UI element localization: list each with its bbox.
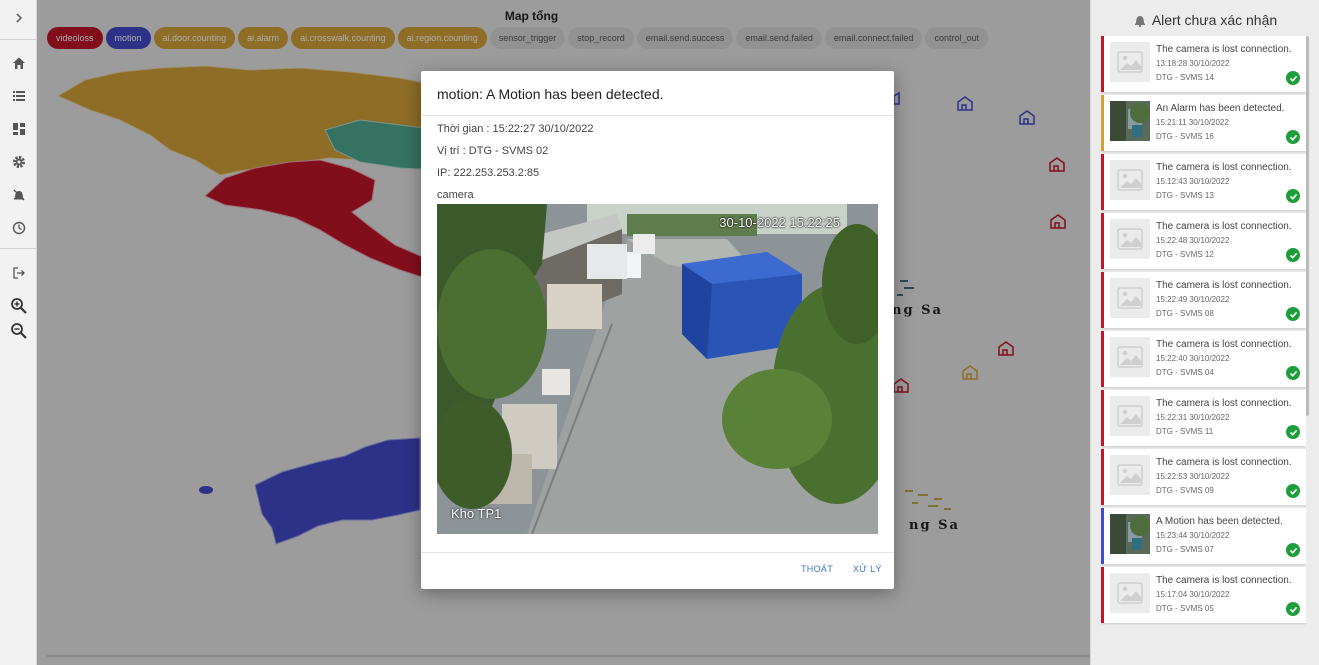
confirm-check-icon[interactable] bbox=[1286, 248, 1300, 262]
confirm-check-icon[interactable] bbox=[1286, 71, 1300, 85]
dialog-process-button[interactable]: XỬ LÝ bbox=[853, 564, 882, 574]
alert-time: 15:22:40 30/10/2022 bbox=[1156, 354, 1230, 363]
alert-message: The camera is lost connection. bbox=[1156, 221, 1292, 232]
image-placeholder-icon bbox=[1110, 278, 1150, 318]
alert-time: 15:22:49 30/10/2022 bbox=[1156, 295, 1230, 304]
alert-card[interactable]: The camera is lost connection. 15:22:53 3… bbox=[1101, 449, 1306, 505]
alert-card[interactable]: An Alarm has been detected. 15:21:11 30/1… bbox=[1101, 95, 1306, 151]
image-placeholder-icon bbox=[1110, 455, 1150, 495]
dialog-cancel-button[interactable]: THOÁT bbox=[801, 564, 833, 574]
alert-card[interactable]: The camera is lost connection. 15:12:43 3… bbox=[1101, 154, 1306, 210]
dialog-title: motion: A Motion has been detected. bbox=[437, 86, 664, 102]
confirm-check-icon[interactable] bbox=[1286, 484, 1300, 498]
dialog-image-caption: camera bbox=[437, 189, 474, 201]
alert-message: The camera is lost connection. bbox=[1156, 162, 1292, 173]
alert-card[interactable]: The camera is lost connection. 15:22:49 3… bbox=[1101, 272, 1306, 328]
confirm-check-icon[interactable] bbox=[1286, 425, 1300, 439]
bell-icon bbox=[1134, 15, 1145, 27]
alert-thumbnail-photo bbox=[1110, 514, 1150, 554]
alert-card[interactable]: The camera is lost connection. 15:22:31 3… bbox=[1101, 390, 1306, 446]
dialog-divider bbox=[421, 115, 894, 116]
list-icon[interactable] bbox=[0, 83, 37, 109]
alert-card[interactable]: The camera is lost connection. 15:17:04 3… bbox=[1101, 567, 1306, 623]
alert-location: DTG - SVMS 12 bbox=[1156, 250, 1214, 259]
confirm-check-icon[interactable] bbox=[1286, 366, 1300, 380]
sidebar-divider bbox=[0, 39, 37, 40]
confirm-check-icon[interactable] bbox=[1286, 130, 1300, 144]
alert-message: The camera is lost connection. bbox=[1156, 44, 1292, 55]
settings-icon[interactable] bbox=[0, 149, 37, 175]
alert-thumbnail-photo bbox=[1110, 101, 1150, 141]
alert-detail-dialog: motion: A Motion has been detected. Thời… bbox=[421, 71, 894, 589]
alert-card[interactable]: A Motion has been detected. 15:23:44 30/1… bbox=[1101, 508, 1306, 564]
alert-message: The camera is lost connection. bbox=[1156, 457, 1292, 468]
image-placeholder-icon bbox=[1110, 219, 1150, 259]
alert-time: 15:21:11 30/10/2022 bbox=[1156, 118, 1229, 127]
camera-label: Kho TP1 bbox=[451, 506, 502, 521]
dialog-location: Vị trí : DTG - SVMS 02 bbox=[437, 145, 549, 157]
alert-message: The camera is lost connection. bbox=[1156, 280, 1292, 291]
dialog-time: Thời gian : 15:22:27 30/10/2022 bbox=[437, 123, 594, 135]
alert-card[interactable]: The camera is lost connection. 13:18:28 3… bbox=[1101, 36, 1306, 92]
alert-time: 15:22:31 30/10/2022 bbox=[1156, 413, 1230, 422]
logout-icon[interactable] bbox=[0, 260, 37, 286]
zoom-out-icon[interactable] bbox=[0, 318, 37, 344]
dialog-ip: IP: 222.253.253.2:85 bbox=[437, 167, 540, 179]
camera-timestamp: 30-10-2022 15:22:25 bbox=[719, 215, 840, 230]
image-placeholder-icon bbox=[1110, 42, 1150, 82]
dashboard-icon[interactable] bbox=[0, 116, 37, 142]
alert-location: DTG - SVMS 16 bbox=[1156, 132, 1214, 141]
alert-time: 15:23:44 30/10/2022 bbox=[1156, 531, 1230, 540]
left-sidebar bbox=[0, 0, 37, 665]
confirm-check-icon[interactable] bbox=[1286, 189, 1300, 203]
alert-message: The camera is lost connection. bbox=[1156, 575, 1292, 586]
sidebar-divider bbox=[0, 248, 37, 249]
confirm-check-icon[interactable] bbox=[1286, 602, 1300, 616]
alert-list[interactable]: The camera is lost connection. 13:18:28 3… bbox=[1101, 36, 1306, 630]
home-icon[interactable] bbox=[0, 50, 37, 76]
clock-icon[interactable] bbox=[0, 215, 37, 241]
alert-location: DTG - SVMS 05 bbox=[1156, 604, 1214, 613]
alert-location: DTG - SVMS 09 bbox=[1156, 486, 1214, 495]
alert-card[interactable]: The camera is lost connection. 15:22:40 3… bbox=[1101, 331, 1306, 387]
image-placeholder-icon bbox=[1110, 573, 1150, 613]
alert-location: DTG - SVMS 11 bbox=[1156, 427, 1214, 436]
zoom-in-icon[interactable] bbox=[0, 293, 37, 319]
dialog-footer-divider bbox=[421, 552, 894, 553]
alert-location: DTG - SVMS 04 bbox=[1156, 368, 1214, 377]
alert-header: Alert chưa xác nhận bbox=[1091, 8, 1319, 32]
alert-message: An Alarm has been detected. bbox=[1156, 103, 1285, 114]
alert-location: DTG - SVMS 07 bbox=[1156, 545, 1214, 554]
alert-time: 13:18:28 30/10/2022 bbox=[1156, 59, 1230, 68]
camera-snapshot[interactable]: 30-10-2022 15:22:25 Kho TP1 bbox=[437, 204, 878, 534]
alert-time: 15:22:48 30/10/2022 bbox=[1156, 236, 1230, 245]
alert-list-scrollbar[interactable] bbox=[1306, 36, 1309, 416]
alert-time: 15:22:53 30/10/2022 bbox=[1156, 472, 1230, 481]
alert-time: 15:17:04 30/10/2022 bbox=[1156, 590, 1230, 599]
confirm-check-icon[interactable] bbox=[1286, 543, 1300, 557]
image-placeholder-icon bbox=[1110, 160, 1150, 200]
alert-card[interactable]: The camera is lost connection. 15:22:48 3… bbox=[1101, 213, 1306, 269]
image-placeholder-icon bbox=[1110, 396, 1150, 436]
alert-location: DTG - SVMS 13 bbox=[1156, 191, 1214, 200]
alert-panel-title: Alert chưa xác nhận bbox=[1151, 12, 1278, 28]
alarm-off-icon[interactable] bbox=[0, 182, 37, 208]
alert-time: 15:12:43 30/10/2022 bbox=[1156, 177, 1230, 186]
confirm-check-icon[interactable] bbox=[1286, 307, 1300, 321]
image-placeholder-icon bbox=[1110, 337, 1150, 377]
alert-message: The camera is lost connection. bbox=[1156, 398, 1292, 409]
alert-location: DTG - SVMS 14 bbox=[1156, 73, 1214, 82]
alert-panel: Alert chưa xác nhận The camera is lost c… bbox=[1090, 0, 1319, 665]
alert-location: DTG - SVMS 08 bbox=[1156, 309, 1214, 318]
alert-message: The camera is lost connection. bbox=[1156, 339, 1292, 350]
alert-message: A Motion has been detected. bbox=[1156, 516, 1283, 527]
